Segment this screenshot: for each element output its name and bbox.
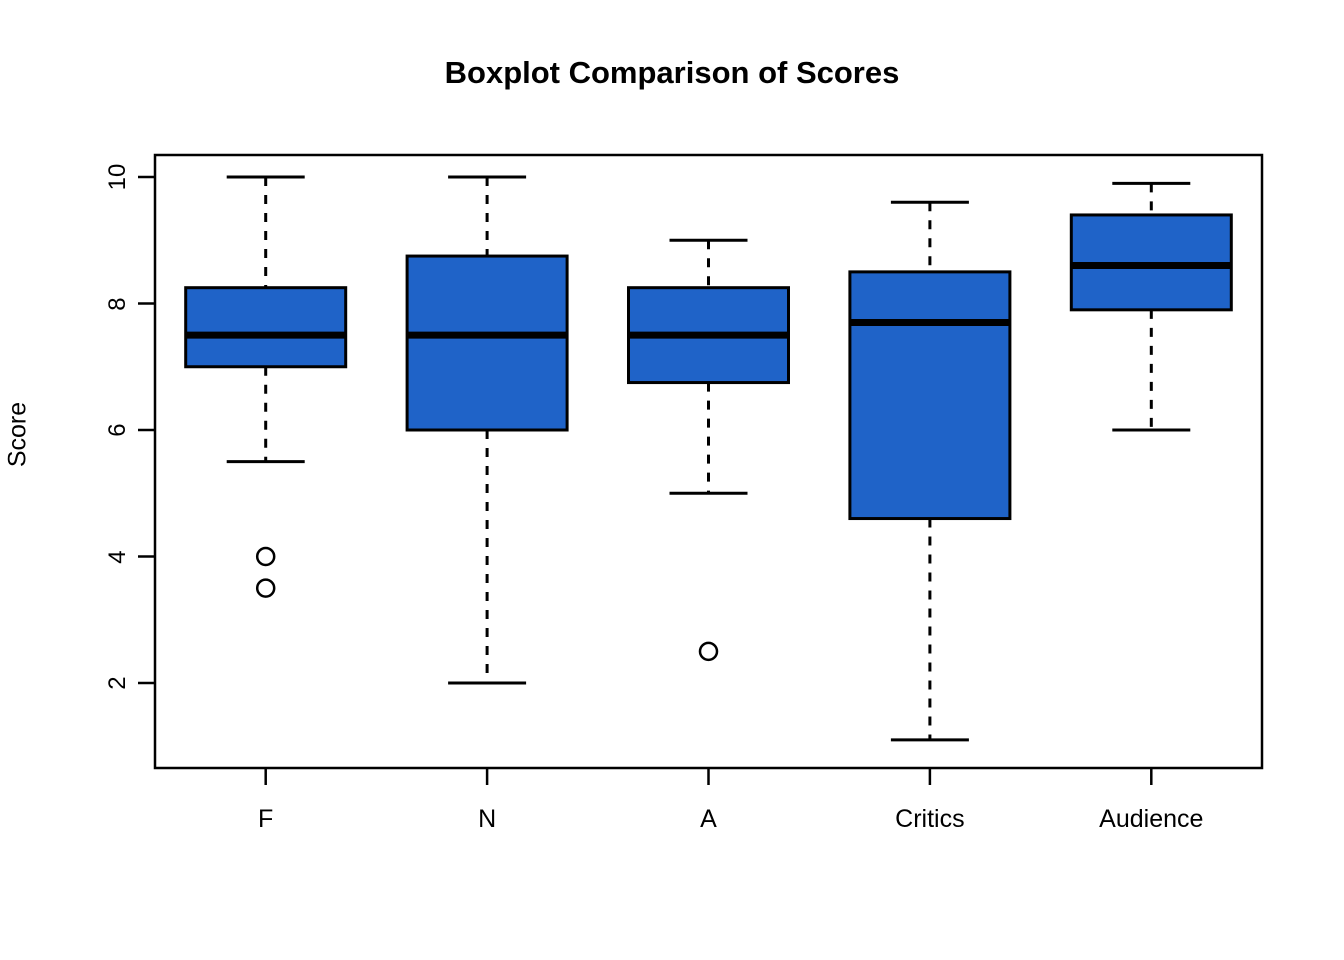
y-axis-tick-label: 4 (104, 549, 131, 564)
box-body (848, 270, 1012, 521)
box-body (405, 254, 569, 432)
y-axis-tick-label: 8 (104, 296, 131, 311)
y-axis-tick-label: 2 (104, 676, 131, 690)
x-axis-tick-label: Critics (895, 805, 965, 833)
y-axis-tick-label: 6 (104, 423, 131, 437)
x-axis-tick-label: N (478, 805, 497, 833)
outlier-point (255, 578, 276, 598)
x-axis-tick-label: A (700, 805, 717, 833)
x-axis-tick-label: F (258, 805, 274, 833)
boxplot-figure: Boxplot Comparison of Scores Score 24681… (0, 0, 1344, 960)
box-body (184, 286, 348, 369)
outlier-point (255, 546, 276, 567)
outlier-point (698, 641, 719, 662)
x-axis-tick-label: Audience (1099, 805, 1204, 833)
y-axis-tick-label: 10 (104, 163, 131, 191)
